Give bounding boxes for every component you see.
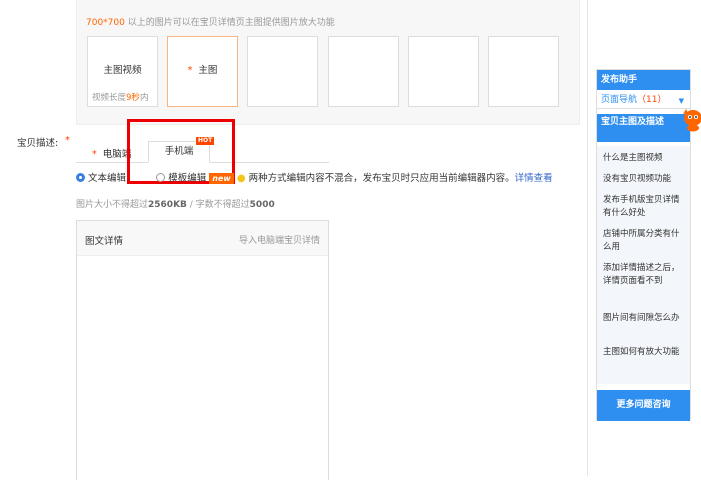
question-item[interactable]: 发布手机版宝贝详情有什么好处 <box>603 194 685 220</box>
image-slot-3[interactable] <box>247 36 318 107</box>
radio-unchecked-icon <box>156 173 166 182</box>
more-questions-button[interactable]: 更多问题咨询 <box>597 390 690 421</box>
details-link[interactable]: 详情查看 <box>515 173 553 184</box>
image-slot-6[interactable] <box>488 36 559 107</box>
radio-text-edit[interactable]: 文本编辑 <box>76 173 126 184</box>
main-image-slot-label: * 主图 <box>187 65 218 76</box>
sidebar-divider <box>587 0 588 476</box>
new-badge: new <box>209 173 234 184</box>
page-nav-select[interactable]: 页面导航（11） ▼ <box>597 91 690 109</box>
question-item[interactable]: 添加详情描述之后，详情页面看不到 <box>603 262 685 288</box>
required-star: * <box>65 135 70 146</box>
editor-mode-options: 文本编辑 模板编辑 new ● 两种方式编辑内容不混合，发布宝贝时只应用当前编辑… <box>76 170 553 184</box>
publish-helper-panel: 发布助手 页面导航（11） ▼ 宝贝主图及描述 什么是主图视频 没有宝贝视频功能… <box>596 69 701 421</box>
video-slot-label: 主图视频 <box>103 65 142 76</box>
question-item[interactable]: 没有宝贝视频功能 <box>603 173 685 186</box>
video-length-hint: 视频长度9秒内 <box>92 93 149 103</box>
image-slot-5[interactable] <box>408 36 479 107</box>
video-upload-slot[interactable]: 主图视频 视频长度9秒内 <box>87 36 158 107</box>
editor-title: 图文详情 <box>85 236 124 247</box>
import-pc-details-link[interactable]: 导入电脑端宝贝详情 <box>239 233 320 246</box>
question-item[interactable]: 图片间有间隙怎么办 <box>603 312 685 325</box>
mascot-icon <box>683 109 701 132</box>
size-limit-hint: 图片大小不得超过2560KB / 字数不得超过5000 <box>76 200 275 210</box>
section-title: 宝贝主图及描述 <box>597 114 690 142</box>
image-slot-4[interactable] <box>328 36 399 107</box>
question-item[interactable]: 什么是主图视频 <box>603 152 685 165</box>
lightbulb-icon: ● <box>236 173 246 184</box>
helper-title: 发布助手 <box>597 70 690 90</box>
description-label: 宝贝描述: <box>17 138 59 149</box>
image-size-hint: 700*700 以上的图片可以在宝贝详情页主图提供图片放大功能 <box>86 18 335 28</box>
editor-header: 图文详情 导入电脑端宝贝详情 <box>77 221 328 256</box>
question-item[interactable]: 店铺中所属分类有什么用 <box>603 228 685 254</box>
radio-template-edit[interactable]: 模板编辑 <box>156 173 206 184</box>
editor-notice: 两种方式编辑内容不混合，发布宝贝时只应用当前编辑器内容。 <box>248 173 515 184</box>
radio-checked-icon <box>76 173 85 182</box>
question-list: 什么是主图视频 没有宝贝视频功能 发布手机版宝贝详情有什么好处 店铺中所属分类有… <box>597 146 690 384</box>
detail-editor[interactable]: 图文详情 导入电脑端宝贝详情 <box>76 220 329 480</box>
main-image-slot[interactable]: * 主图 <box>167 36 238 107</box>
tab-pc[interactable]: * 电脑端 <box>92 146 131 160</box>
question-item[interactable]: 主图如何有放大功能 <box>603 346 685 359</box>
